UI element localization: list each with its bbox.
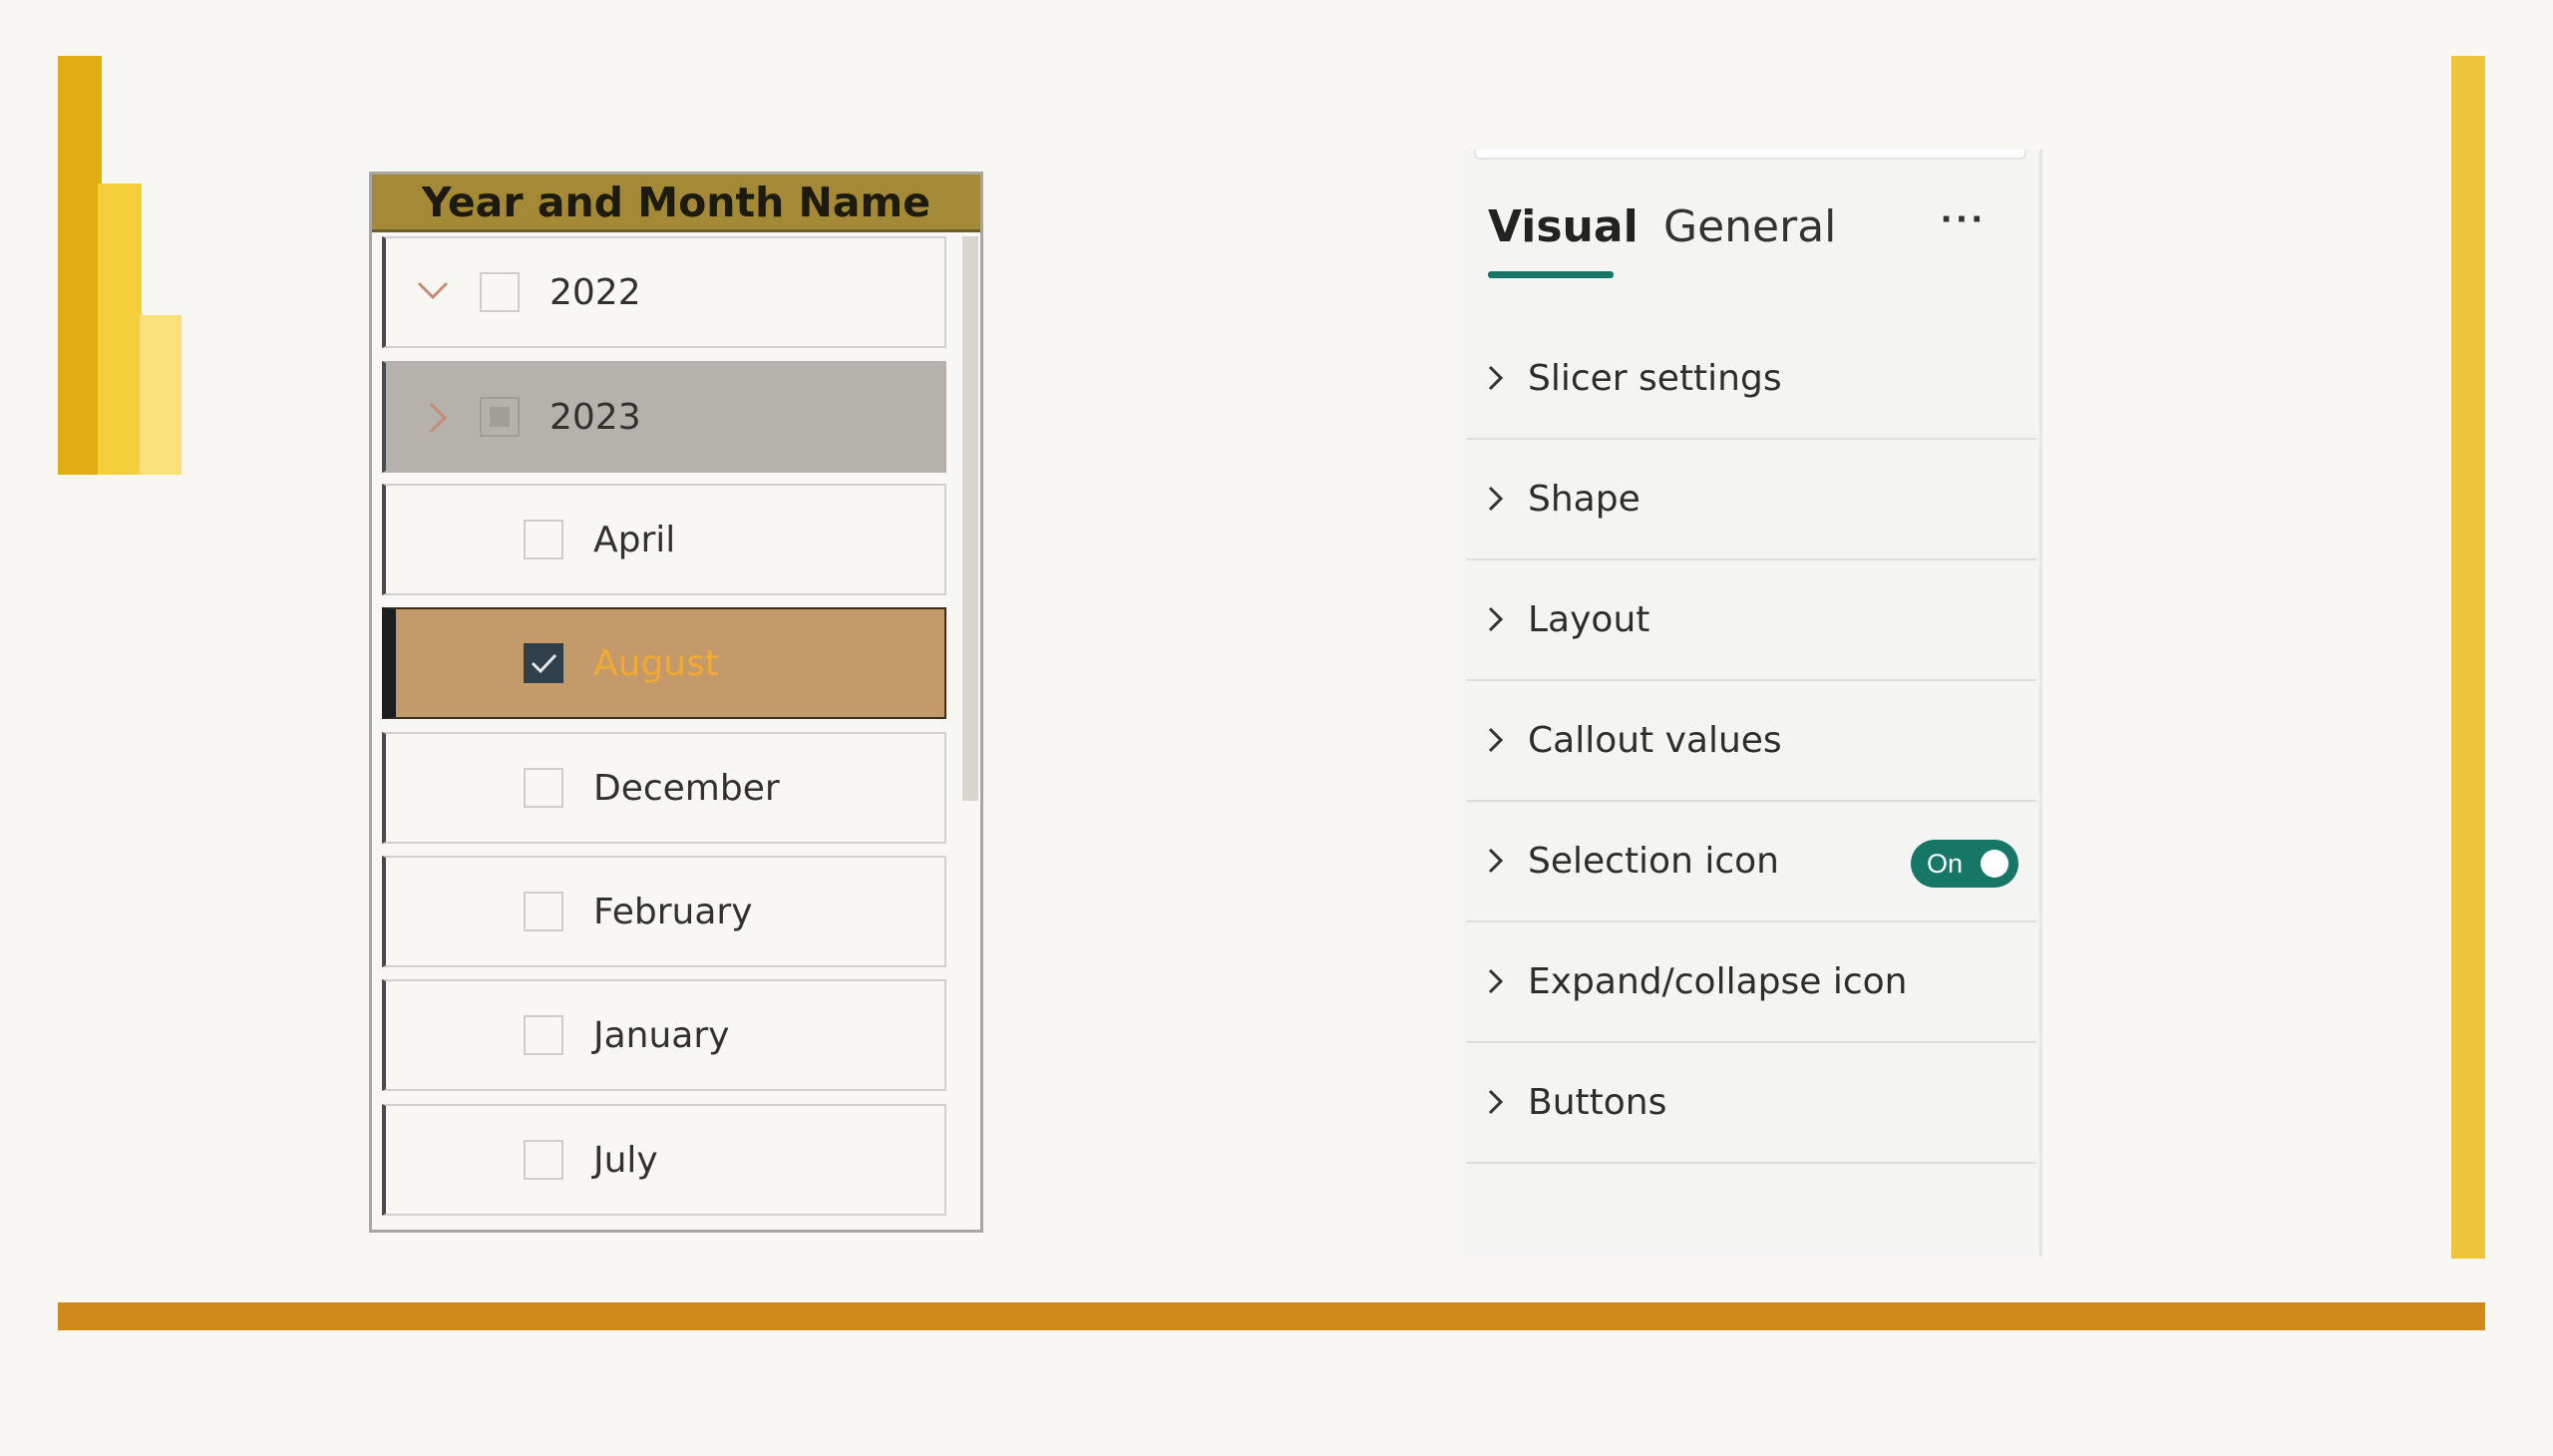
logo-bar-dark — [58, 56, 102, 475]
section-shape[interactable]: Shape — [1466, 440, 2036, 560]
section-label: Shape — [1528, 479, 1641, 520]
chevron-right-icon — [1486, 725, 1506, 760]
tab-visual[interactable]: Visual — [1488, 201, 1639, 252]
toggle-label: On — [1927, 848, 1964, 879]
checkbox[interactable] — [524, 1015, 563, 1055]
slicer-item-label: February — [593, 891, 753, 932]
chevron-right-icon — [1486, 1087, 1506, 1122]
tab-general[interactable]: General — [1663, 201, 1836, 252]
format-pane: Visual General ··· Slicer settings Shape… — [1464, 150, 2042, 1257]
section-label: Slicer settings — [1528, 358, 1782, 399]
section-label: Layout — [1528, 599, 1650, 640]
logo-bar-mid — [98, 183, 142, 475]
chevron-down-icon[interactable] — [416, 278, 450, 307]
slicer-item-label: January — [593, 1014, 730, 1056]
active-tab-indicator — [1488, 271, 1614, 278]
search-box[interactable] — [1474, 150, 2026, 160]
slicer-item-2023[interactable]: 2023 — [382, 361, 946, 473]
checkbox-partial[interactable] — [480, 397, 520, 437]
section-slicer-settings[interactable]: Slicer settings — [1466, 319, 2036, 440]
slicer-item-label: December — [593, 767, 780, 809]
checkbox[interactable] — [524, 768, 563, 808]
chevron-right-icon — [1486, 846, 1506, 881]
slicer-item-february[interactable]: February — [382, 856, 946, 967]
chevron-right-icon — [1486, 966, 1506, 1001]
chevron-right-icon — [1486, 604, 1506, 639]
decorative-bottom-rule — [58, 1302, 2485, 1330]
slicer-item-label: July — [593, 1139, 658, 1181]
section-selection-icon[interactable]: Selection icon On — [1466, 802, 2036, 922]
section-label: Selection icon — [1528, 841, 1779, 882]
checkmark-icon — [531, 653, 557, 674]
slicer-item-april[interactable]: April — [382, 484, 946, 595]
section-expand-collapse-icon[interactable]: Expand/collapse icon — [1466, 922, 2036, 1043]
checkbox-checked[interactable] — [524, 643, 563, 683]
section-label: Buttons — [1528, 1082, 1667, 1123]
section-label: Expand/collapse icon — [1528, 961, 1908, 1002]
slicer-item-label: April — [593, 519, 676, 560]
toggle-knob — [1981, 850, 2008, 878]
checkbox[interactable] — [524, 892, 563, 931]
section-label: Callout values — [1528, 720, 1782, 761]
year-month-slicer: Year and Month Name 2022 2023 April Augu… — [369, 172, 983, 1233]
checkbox[interactable] — [480, 272, 520, 312]
chevron-right-icon — [1486, 484, 1506, 519]
section-layout[interactable]: Layout — [1466, 560, 2036, 681]
slicer-item-label: August — [593, 642, 719, 684]
power-bi-logo-icon — [58, 56, 182, 475]
slicer-title: Year and Month Name — [372, 175, 980, 232]
section-buttons[interactable]: Buttons — [1466, 1043, 2036, 1164]
chevron-right-icon[interactable] — [426, 401, 450, 440]
slicer-item-december[interactable]: December — [382, 732, 946, 844]
slicer-item-label: 2022 — [549, 271, 641, 313]
slicer-item-july[interactable]: July — [382, 1104, 946, 1216]
slicer-item-2022[interactable]: 2022 — [382, 236, 946, 348]
slicer-item-january[interactable]: January — [382, 979, 946, 1091]
logo-bar-light — [140, 315, 182, 475]
slicer-item-label: 2023 — [549, 396, 641, 438]
chevron-right-icon — [1486, 363, 1506, 398]
checkbox[interactable] — [524, 520, 563, 559]
slicer-item-august[interactable]: August — [382, 607, 946, 719]
selection-icon-toggle[interactable]: On — [1911, 840, 2018, 888]
checkbox[interactable] — [524, 1140, 563, 1180]
section-callout-values[interactable]: Callout values — [1466, 681, 2036, 802]
decorative-right-bar — [2451, 56, 2485, 1259]
more-options-button[interactable]: ··· — [1941, 197, 1987, 242]
slicer-scrollbar[interactable] — [962, 236, 978, 801]
